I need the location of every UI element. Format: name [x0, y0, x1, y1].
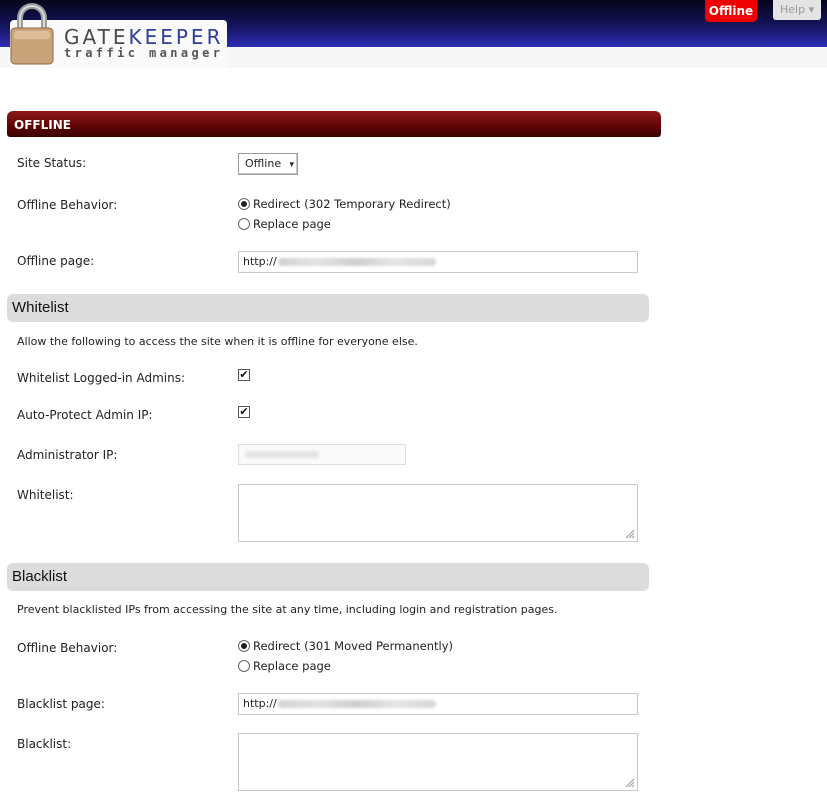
admin-ip-label: Administrator IP:	[17, 448, 118, 462]
offline-page-value: http://	[243, 255, 277, 268]
site-status-select[interactable]: Offline ▾	[238, 153, 298, 175]
offline-section-header: OFFLINE	[7, 111, 661, 137]
blacklist-section-header: Blacklist	[7, 563, 649, 591]
offline-page-input[interactable]: http://	[238, 251, 638, 273]
offline-redirect-label: Redirect (302 Temporary Redirect)	[253, 197, 451, 211]
whitelist-textarea[interactable]	[238, 484, 638, 542]
radio-selected-icon[interactable]	[238, 198, 250, 210]
site-status-badge[interactable]: Offline	[705, 0, 757, 22]
blacklist-behavior-label: Offline Behavior:	[17, 641, 118, 655]
radio-unselected-icon[interactable]	[238, 660, 250, 672]
radio-selected-icon[interactable]	[238, 640, 250, 652]
redacted-ip	[245, 451, 319, 458]
logo-subtitle: traffic manager	[64, 46, 224, 60]
whitelist-section-header: Whitelist	[7, 294, 649, 322]
blacklist-page-label: Blacklist page:	[17, 697, 105, 711]
blacklist-page-input[interactable]: http://	[238, 693, 638, 715]
blacklist-label: Blacklist:	[17, 737, 72, 751]
whitelist-admins-checkbox[interactable]: ✔	[238, 369, 250, 381]
offline-redirect-option[interactable]: Redirect (302 Temporary Redirect)	[238, 197, 451, 211]
blacklist-page-value: http://	[243, 697, 277, 710]
offline-replace-label: Replace page	[253, 217, 331, 231]
offline-behavior-label: Offline Behavior:	[17, 198, 118, 212]
blacklist-description: Prevent blacklisted IPs from accessing t…	[17, 603, 558, 616]
offline-replace-option[interactable]: Replace page	[238, 217, 331, 231]
offline-page-label: Offline page:	[17, 254, 95, 268]
site-status-label: Site Status:	[17, 156, 87, 170]
radio-unselected-icon[interactable]	[238, 218, 250, 230]
blacklist-redirect-label: Redirect (301 Moved Permanently)	[253, 639, 453, 653]
whitelist-description: Allow the following to access the site w…	[17, 335, 418, 348]
blacklist-textarea[interactable]	[238, 733, 638, 791]
autoprotect-label: Auto-Protect Admin IP:	[17, 408, 153, 422]
admin-ip-field	[238, 444, 406, 465]
resize-grip-icon[interactable]	[624, 777, 635, 788]
resize-grip-icon[interactable]	[624, 528, 635, 539]
redacted-url	[277, 700, 436, 708]
whitelist-admins-label: Whitelist Logged-in Admins:	[17, 371, 186, 385]
blacklist-replace-label: Replace page	[253, 659, 331, 673]
help-button[interactable]: Help ▾	[773, 0, 821, 20]
site-status-value: Offline	[245, 157, 282, 170]
blacklist-replace-option[interactable]: Replace page	[238, 659, 331, 673]
padlock-logo-icon	[10, 3, 54, 65]
whitelist-label: Whitelist:	[17, 488, 74, 502]
autoprotect-checkbox[interactable]: ✔	[238, 406, 250, 418]
dropdown-arrow-icon: ▾	[289, 160, 294, 170]
blacklist-redirect-option[interactable]: Redirect (301 Moved Permanently)	[238, 639, 453, 653]
redacted-url	[277, 258, 436, 266]
